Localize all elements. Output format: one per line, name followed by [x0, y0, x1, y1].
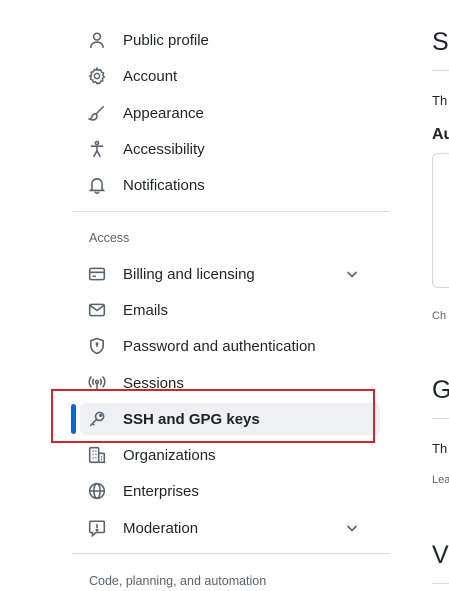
- section-divider: [432, 583, 449, 584]
- sidebar-item-label: Notifications: [123, 176, 205, 194]
- sidebar-item-label: Accessibility: [123, 140, 205, 158]
- sidebar-item-billing[interactable]: Billing and licensing: [80, 258, 380, 290]
- section-title-vigilant: V: [432, 541, 449, 569]
- sidebar-item-label: Password and authentication: [123, 337, 316, 355]
- learn-link[interactable]: Lea: [432, 474, 449, 486]
- report-icon: [87, 518, 107, 538]
- sidebar-item-label: Billing and licensing: [123, 265, 255, 283]
- keys-list-box: [432, 153, 449, 288]
- sidebar-item-sessions[interactable]: Sessions: [80, 367, 380, 399]
- active-indicator: [71, 404, 76, 434]
- organization-icon: [87, 445, 107, 465]
- broadcast-icon: [87, 373, 107, 393]
- bell-icon: [87, 175, 107, 195]
- paintbrush-icon: [87, 103, 107, 123]
- gear-icon: [87, 66, 107, 86]
- accessibility-icon: [87, 139, 107, 159]
- shield-lock-icon: [87, 336, 107, 356]
- sidebar-item-label: Account: [123, 67, 178, 85]
- sidebar-item-public-profile[interactable]: Public profile: [80, 24, 380, 56]
- sidebar-divider: [72, 553, 390, 554]
- sidebar-item-label: Public profile: [123, 31, 209, 49]
- title-divider: [432, 70, 449, 71]
- sidebar-item-label: Sessions: [123, 374, 184, 392]
- section-divider: [432, 418, 449, 419]
- chevron-down-icon[interactable]: [344, 266, 360, 282]
- subheading: Au: [432, 126, 449, 143]
- sidebar-item-notifications[interactable]: Notifications: [80, 169, 380, 201]
- gpg-description: Th: [432, 441, 448, 456]
- section-heading-access: Access: [89, 231, 130, 245]
- section-title-gpg: G: [432, 376, 449, 404]
- mail-icon: [87, 300, 107, 320]
- sidebar-item-label: Emails: [123, 301, 169, 319]
- chevron-down-icon[interactable]: [344, 520, 360, 536]
- sidebar-divider: [72, 211, 390, 212]
- sidebar-item-appearance[interactable]: Appearance: [80, 97, 380, 129]
- main-content-clipped: SS Th Au Ch G Th Lea V: [426, 0, 449, 591]
- help-text: Ch: [432, 310, 447, 322]
- sidebar-item-enterprises[interactable]: Enterprises: [80, 475, 380, 507]
- person-icon: [87, 30, 107, 50]
- sidebar-item-label: Moderation: [123, 519, 199, 537]
- sidebar-item-label: Appearance: [123, 104, 204, 122]
- sidebar-item-label: Organizations: [123, 446, 216, 464]
- description-text: Th: [432, 93, 448, 108]
- sidebar-item-emails[interactable]: Emails: [80, 294, 380, 326]
- sidebar-item-label: SSH and GPG keys: [123, 410, 260, 428]
- sidebar-item-password[interactable]: Password and authentication: [80, 330, 380, 362]
- sidebar-item-ssh-gpg-keys[interactable]: SSH and GPG keys: [80, 403, 380, 435]
- sidebar-item-label: Enterprises: [123, 482, 199, 500]
- sidebar-item-moderation[interactable]: Moderation: [80, 512, 380, 544]
- section-heading-code-planning: Code, planning, and automation: [89, 574, 267, 588]
- globe-icon: [87, 481, 107, 501]
- sidebar-item-accessibility[interactable]: Accessibility: [80, 133, 380, 165]
- sidebar-item-account[interactable]: Account: [80, 60, 380, 92]
- page-title: SS: [432, 28, 449, 56]
- credit-card-icon: [87, 264, 107, 284]
- key-icon: [87, 409, 107, 429]
- sidebar-item-organizations[interactable]: Organizations: [80, 439, 380, 471]
